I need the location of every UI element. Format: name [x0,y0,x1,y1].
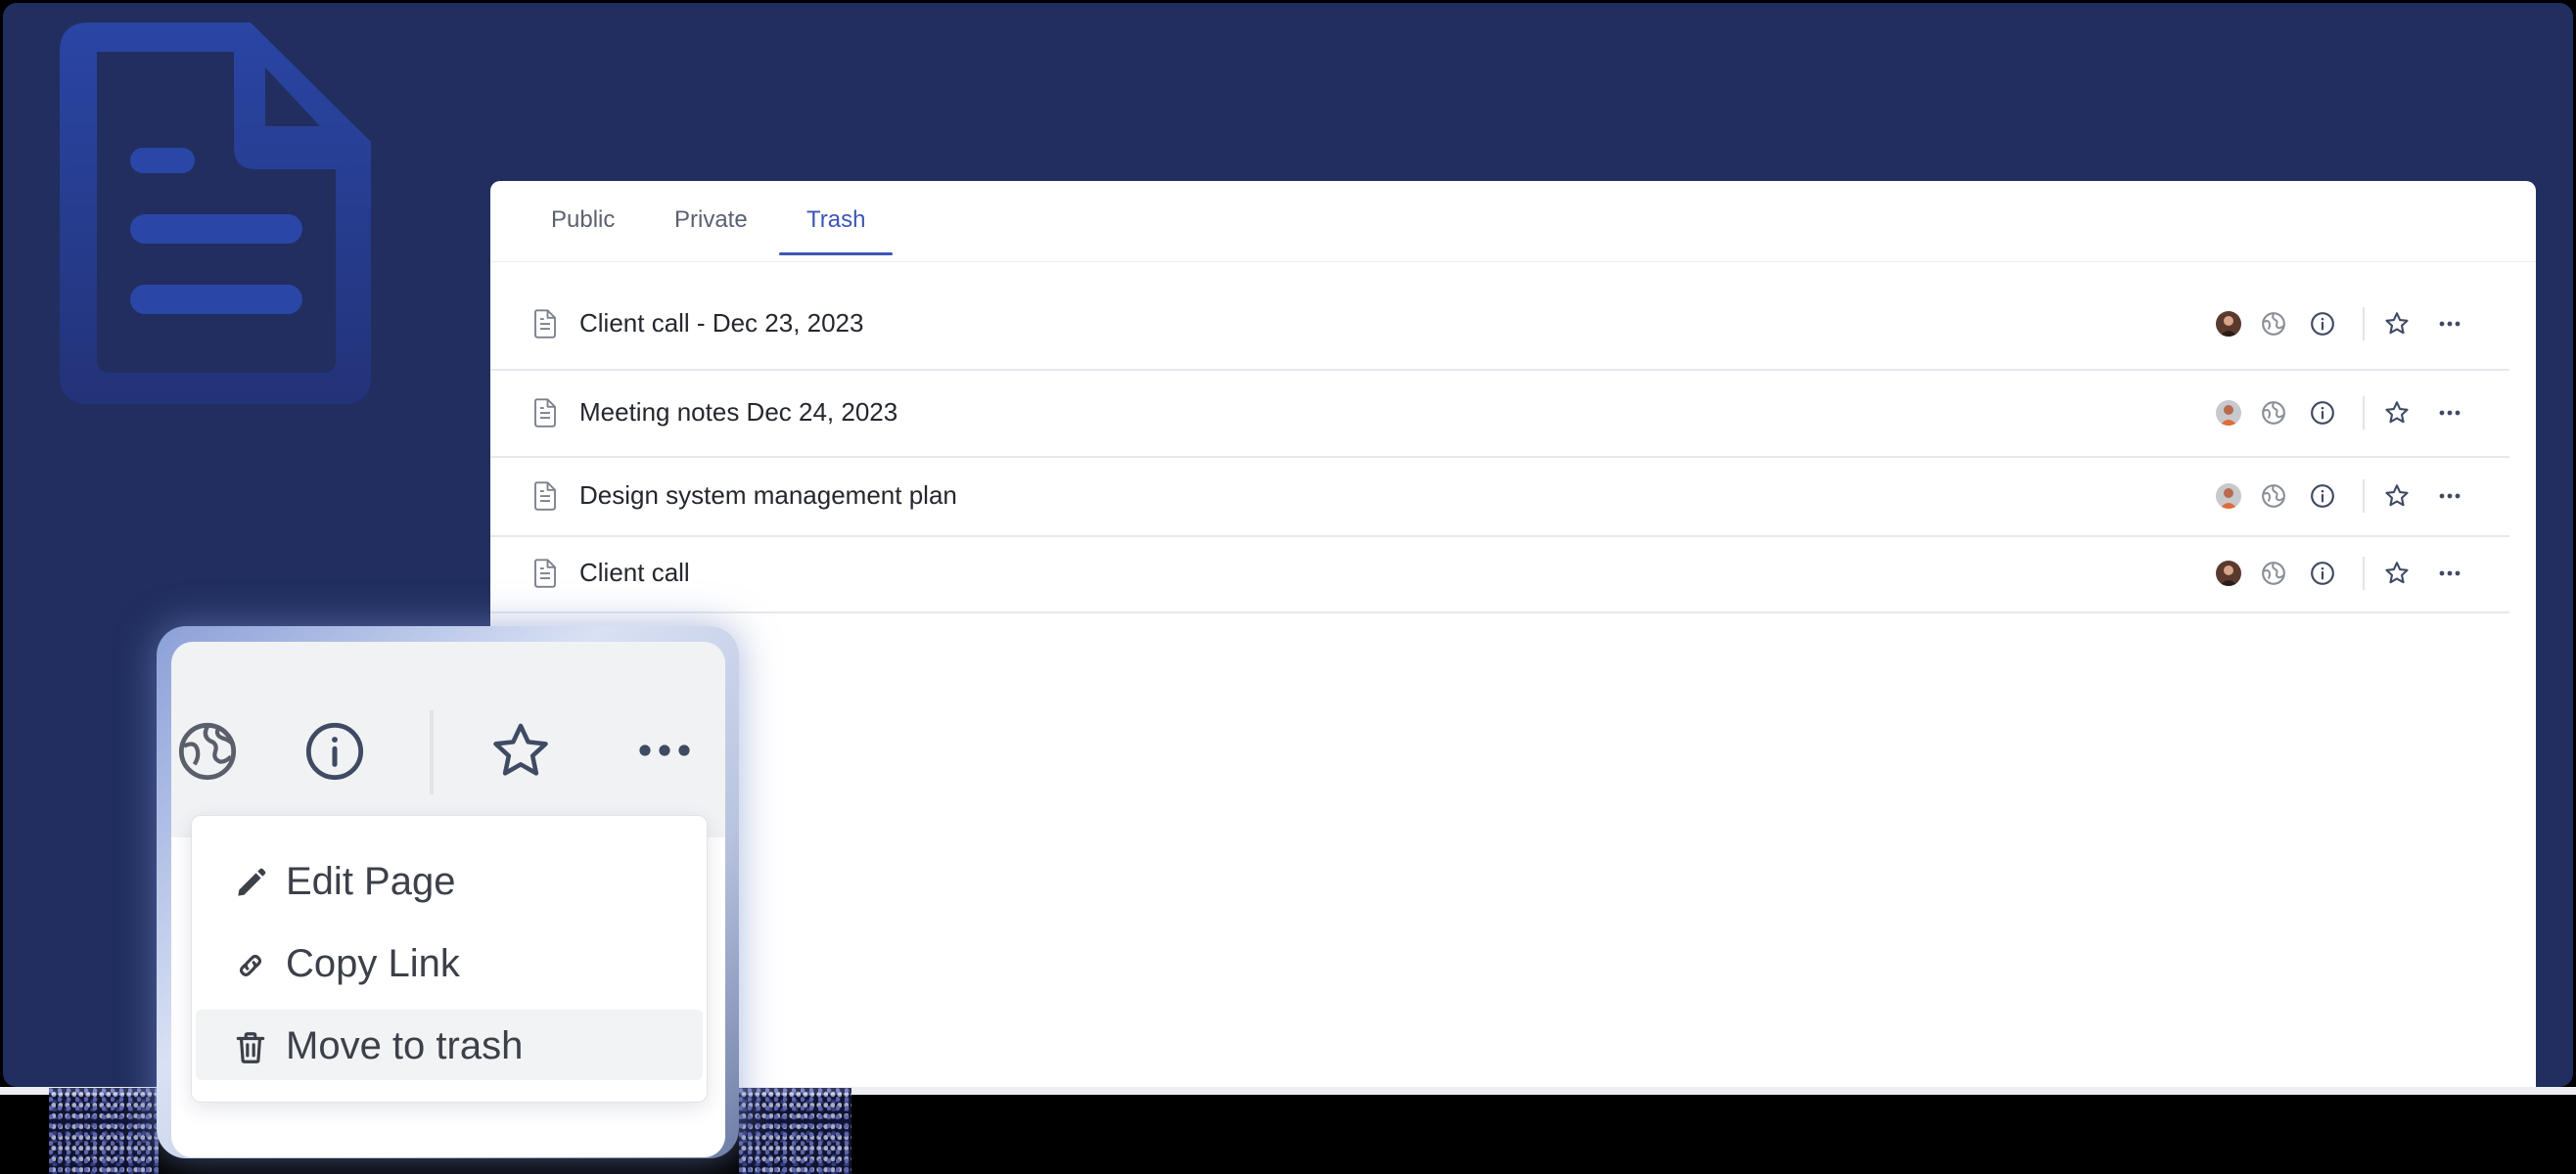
menu-item-edit-page[interactable]: Edit Page [196,845,703,916]
star-icon[interactable] [487,718,554,785]
menu-item-move-to-trash[interactable]: Move to trash [196,1010,703,1080]
page-row[interactable]: Meeting notes Dec 24, 2023 [490,369,2509,458]
document-icon [60,23,371,404]
more-icon[interactable] [2438,318,2461,330]
row-actions [2216,279,2509,369]
info-icon[interactable] [2310,561,2335,586]
row-actions [2216,456,2509,535]
more-icon[interactable] [635,736,694,765]
globe-icon[interactable] [2261,400,2286,426]
tab-trash[interactable]: Trash [778,206,895,255]
page-icon [534,397,556,428]
more-icon[interactable] [2438,490,2461,502]
more-icon[interactable] [2438,407,2461,419]
avatar [2216,399,2241,426]
page-row[interactable]: Client call - Dec 23, 2023 [490,279,2509,371]
more-icon[interactable] [2438,567,2461,579]
star-icon[interactable] [2383,482,2411,510]
page-icon [534,480,556,511]
link-icon [239,954,262,977]
page-title[interactable]: Meeting notes Dec 24, 2023 [579,397,897,428]
divider [2363,395,2365,429]
tab-private[interactable]: Private [674,206,748,253]
star-icon[interactable] [2383,560,2411,587]
context-menu: Edit Page Copy Link Move to trash [191,815,708,1103]
globe-icon[interactable] [2261,483,2286,509]
page-title[interactable]: Client call [579,558,690,588]
divider [430,710,434,794]
tab-public[interactable]: Public [551,206,615,253]
avatar [2216,311,2241,337]
page-icon [534,559,556,588]
page-row[interactable]: Design system management plan [490,456,2509,537]
pencil-icon [238,868,266,896]
row-actions [2216,535,2509,611]
divider [2363,557,2365,590]
globe-icon[interactable] [2261,311,2286,337]
info-icon[interactable] [303,720,366,783]
pages-panel: Public Private Trash Client call - Dec 2… [490,181,2536,1087]
noise-strip [49,1088,159,1174]
page-title[interactable]: Design system management plan [579,480,957,511]
info-icon[interactable] [2310,400,2335,426]
avatar [2216,561,2241,586]
info-icon[interactable] [2310,311,2335,337]
noise-strip [739,1088,851,1174]
star-icon[interactable] [2383,399,2411,427]
star-icon[interactable] [2383,310,2411,338]
row-actions [2216,369,2509,456]
page-row[interactable]: Client call [490,535,2509,613]
divider [2363,307,2365,340]
trash-icon [236,1032,265,1063]
globe-icon[interactable] [176,720,239,783]
avatar [2216,482,2241,509]
page-title[interactable]: Client call - Dec 23, 2023 [579,308,863,339]
globe-icon[interactable] [2261,561,2286,586]
menu-item-copy-link[interactable]: Copy Link [196,927,703,998]
tab-bar: Public Private Trash [490,181,2536,262]
info-icon[interactable] [2310,483,2335,509]
page-icon [534,309,556,339]
divider [2363,478,2365,513]
